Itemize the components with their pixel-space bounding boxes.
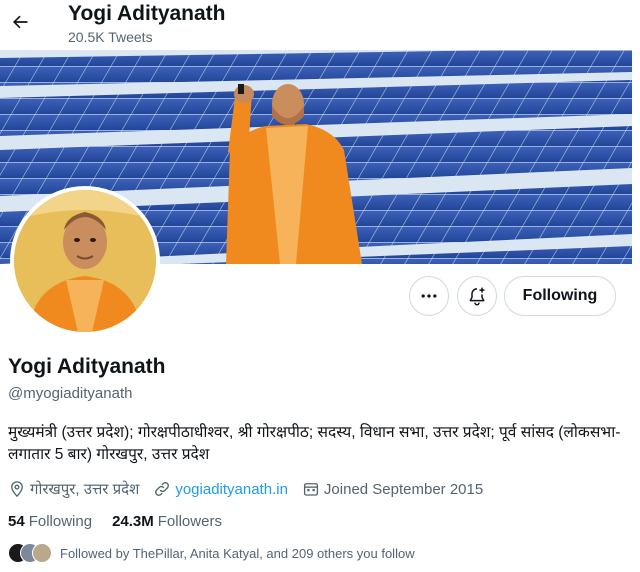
arrow-left-icon bbox=[13, 15, 28, 29]
following-button[interactable]: Following bbox=[504, 276, 616, 316]
tweet-count: 20.5K Tweets bbox=[68, 29, 153, 45]
followed-by[interactable]: Followed by ThePillar, Anita Katyal, and… bbox=[8, 541, 415, 565]
profile-joined: Joined September 2015 bbox=[302, 480, 483, 498]
profile-header-bar: Yogi Adityanath 20.5K Tweets bbox=[0, 0, 640, 50]
profile-location: गोरखपुर, उत्तर प्रदेश bbox=[8, 479, 139, 499]
profile-bio: मुख्यमंत्री (उत्तर प्रदेश); गोरक्षपीठाधी… bbox=[8, 424, 621, 463]
profile-handle: @myogiadityanath bbox=[8, 385, 133, 402]
more-horizontal-icon bbox=[421, 294, 437, 298]
following-stat[interactable]: 54 Following bbox=[8, 513, 92, 530]
more-options-button[interactable] bbox=[409, 276, 449, 316]
link-icon bbox=[155, 482, 170, 496]
avatar-image bbox=[14, 190, 156, 332]
back-button[interactable] bbox=[6, 8, 34, 36]
profile-stats: 54 Following 24.3M Followers bbox=[8, 510, 242, 532]
following-count: 54 bbox=[8, 512, 25, 530]
followers-stat[interactable]: 24.3M Followers bbox=[112, 513, 222, 530]
profile-website[interactable]: yogiadityanath.in bbox=[153, 480, 288, 498]
location-text: गोरखपुर, उत्तर प्रदेश bbox=[30, 481, 140, 498]
profile-display-name: Yogi Adityanath bbox=[8, 355, 166, 378]
followed-by-text: Followed by ThePillar, Anita Katyal, and… bbox=[60, 545, 415, 561]
following-label: Following bbox=[28, 512, 93, 530]
website-link[interactable]: yogiadityanath.in bbox=[175, 481, 288, 498]
profile-avatar[interactable] bbox=[10, 186, 160, 336]
header-title: Yogi Adityanath bbox=[68, 2, 226, 25]
location-pin-icon bbox=[11, 481, 23, 498]
bell-plus-icon bbox=[469, 287, 485, 306]
follower-avatar bbox=[32, 543, 52, 563]
followers-count: 24.3M bbox=[112, 512, 154, 530]
followed-by-avatars bbox=[8, 542, 52, 564]
joined-text: Joined September 2015 bbox=[323, 480, 484, 498]
profile-meta: गोरखपुर, उत्तर प्रदेश yogiadityanath.in … bbox=[8, 478, 497, 500]
notifications-button[interactable] bbox=[457, 276, 497, 316]
followers-label: Followers bbox=[157, 512, 222, 530]
calendar-icon bbox=[303, 483, 318, 496]
